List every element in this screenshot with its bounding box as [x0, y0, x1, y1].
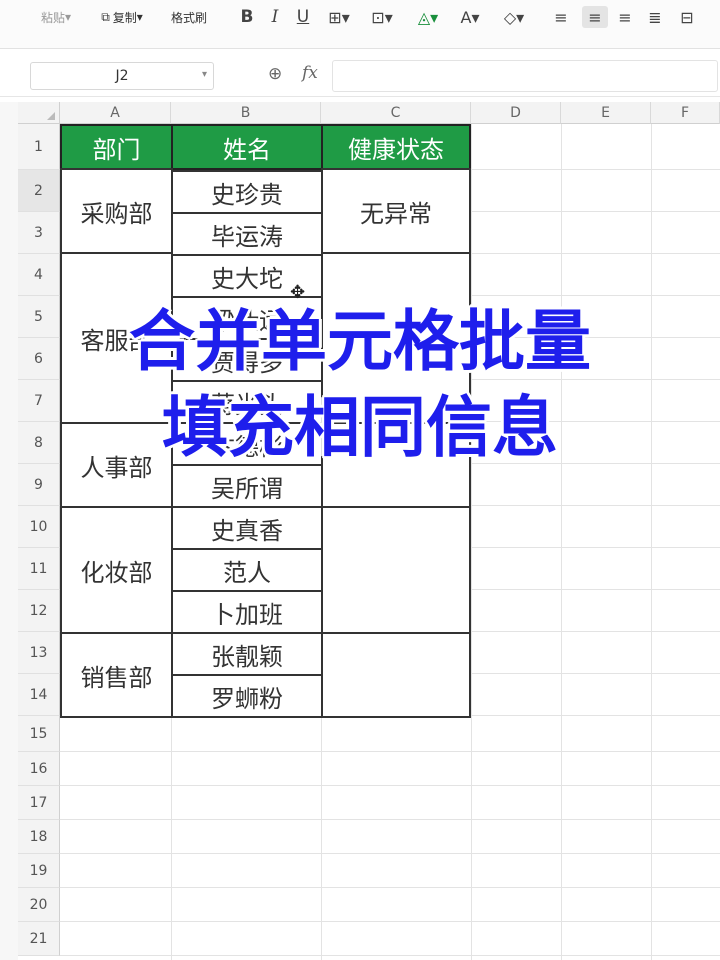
column-header-c[interactable]: C — [321, 102, 471, 124]
ribbon-toolbar: 粘贴 ▾ ⧉ 复制 ▾ 格式刷 B I U ⊞▾ ⊡▾ ◬▾ A▾ ◇▾ ≡ ≡ ≡ … — [0, 0, 720, 49]
row-header-20[interactable]: 20 — [18, 888, 60, 922]
row-header-7[interactable]: 7 — [18, 380, 60, 422]
name-cell[interactable]: 史珍贵 — [171, 170, 323, 214]
grid-line — [471, 124, 472, 960]
department-cell[interactable]: 采购部 — [60, 168, 173, 254]
row-header-1[interactable]: 1 — [18, 124, 60, 170]
header-cell-health-status[interactable]: 健康状态 — [321, 124, 471, 170]
border-icon[interactable]: ⊞▾ — [324, 6, 354, 28]
justify-icon[interactable]: ≣ — [644, 6, 666, 28]
select-all-corner[interactable] — [18, 102, 60, 124]
align-right-icon[interactable]: ≡ — [614, 6, 636, 28]
formula-bar: J2 ▾ ⊕ fx — [0, 50, 720, 97]
zoom-icon[interactable]: ⊕ — [268, 64, 282, 84]
align-center-icon[interactable]: ≡ — [582, 6, 608, 28]
row-header-3[interactable]: 3 — [18, 212, 60, 254]
row-header-6[interactable]: 6 — [18, 338, 60, 380]
row-header-17[interactable]: 17 — [18, 786, 60, 820]
row-header-10[interactable]: 10 — [18, 506, 60, 548]
select-all-icon — [47, 112, 55, 120]
align-left-icon[interactable]: ≡ — [550, 6, 572, 28]
formula-input[interactable] — [332, 60, 718, 92]
paste-label: 粘贴 — [40, 10, 65, 25]
header-cell-name[interactable]: 姓名 — [171, 124, 323, 170]
row-header-4[interactable]: 4 — [18, 254, 60, 296]
column-header-f[interactable]: F — [651, 102, 720, 124]
row-header-12[interactable]: 12 — [18, 590, 60, 632]
grid-line — [561, 124, 562, 960]
status-cell[interactable] — [321, 506, 471, 634]
window-edge — [0, 102, 18, 960]
copy-label: 复制 — [112, 10, 137, 25]
row-header-9[interactable]: 9 — [18, 464, 60, 506]
name-cell[interactable]: 史真香 — [171, 506, 323, 550]
column-header-a[interactable]: A — [60, 102, 171, 124]
row-header-11[interactable]: 11 — [18, 548, 60, 590]
name-cell[interactable]: 罗蛳粉 — [171, 674, 323, 718]
merge-center-icon[interactable]: ⊟ — [674, 6, 700, 28]
row-header-21[interactable]: 21 — [18, 922, 60, 956]
paste-button[interactable]: 粘贴 ▾ — [34, 6, 78, 28]
name-cell[interactable]: 毕运涛 — [171, 212, 323, 256]
copy-button[interactable]: ⧉ 复制 ▾ — [88, 6, 156, 28]
grid-line — [60, 921, 720, 922]
row-header-2[interactable]: 2 — [18, 170, 60, 212]
italic-button[interactable]: I — [264, 6, 286, 28]
grid-line — [60, 887, 720, 888]
row-header-8[interactable]: 8 — [18, 422, 60, 464]
move-cursor-icon: ✥ — [290, 282, 306, 303]
column-header-e[interactable]: E — [561, 102, 651, 124]
grid-line — [60, 785, 720, 786]
department-cell[interactable]: 化妆部 — [60, 506, 173, 634]
format-painter-button[interactable]: 格式刷 — [164, 6, 214, 28]
name-cell[interactable]: 范人 — [171, 548, 323, 592]
clear-format-icon[interactable]: ◇▾ — [496, 6, 532, 28]
name-cell[interactable]: 张靓颖 — [171, 632, 323, 676]
row-header-14[interactable]: 14 — [18, 674, 60, 716]
department-cell[interactable]: 人事部 — [60, 422, 173, 508]
column-header-d[interactable]: D — [471, 102, 561, 124]
name-cell[interactable]: 吴所谓 — [171, 464, 323, 508]
row-header-13[interactable]: 13 — [18, 632, 60, 674]
row-header-15[interactable]: 15 — [18, 716, 60, 752]
name-cell[interactable]: 贾得多 — [171, 338, 323, 382]
name-box[interactable]: J2 ▾ — [30, 62, 214, 90]
name-cell[interactable]: 卜加班 — [171, 590, 323, 634]
row-header-19[interactable]: 19 — [18, 854, 60, 888]
row-header-16[interactable]: 16 — [18, 752, 60, 786]
column-header-b[interactable]: B — [171, 102, 321, 124]
name-cell[interactable]: 蒋光头 — [171, 380, 323, 424]
department-cell[interactable]: 销售部 — [60, 632, 173, 718]
grid-line — [60, 955, 720, 956]
status-cell[interactable] — [321, 632, 471, 718]
row-header-5[interactable]: 5 — [18, 296, 60, 338]
underline-button[interactable]: U — [292, 6, 314, 28]
fx-icon[interactable]: fx — [302, 63, 318, 83]
status-cell[interactable]: 无异常 — [321, 168, 471, 254]
status-cell[interactable] — [321, 422, 471, 508]
grid-line — [60, 751, 720, 752]
department-cell[interactable]: 客服部 — [60, 252, 173, 424]
grid-line — [651, 124, 652, 960]
format-painter-label: 格式刷 — [170, 10, 207, 25]
row-header-18[interactable]: 18 — [18, 820, 60, 854]
header-cell-department[interactable]: 部门 — [60, 124, 173, 170]
fill-color-icon[interactable]: ◬▾ — [410, 6, 446, 28]
copy-icon: ⧉ — [101, 9, 110, 24]
status-cell[interactable] — [321, 252, 471, 424]
font-color-icon[interactable]: A▾ — [452, 6, 488, 28]
merge-icon[interactable]: ⊡▾ — [364, 6, 400, 28]
grid-line — [60, 853, 720, 854]
bold-button[interactable]: B — [236, 6, 258, 28]
grid-line — [60, 819, 720, 820]
name-box-value: J2 — [115, 68, 129, 84]
name-cell[interactable]: 卞德彬 — [171, 422, 323, 466]
chevron-down-icon[interactable]: ▾ — [202, 69, 207, 80]
